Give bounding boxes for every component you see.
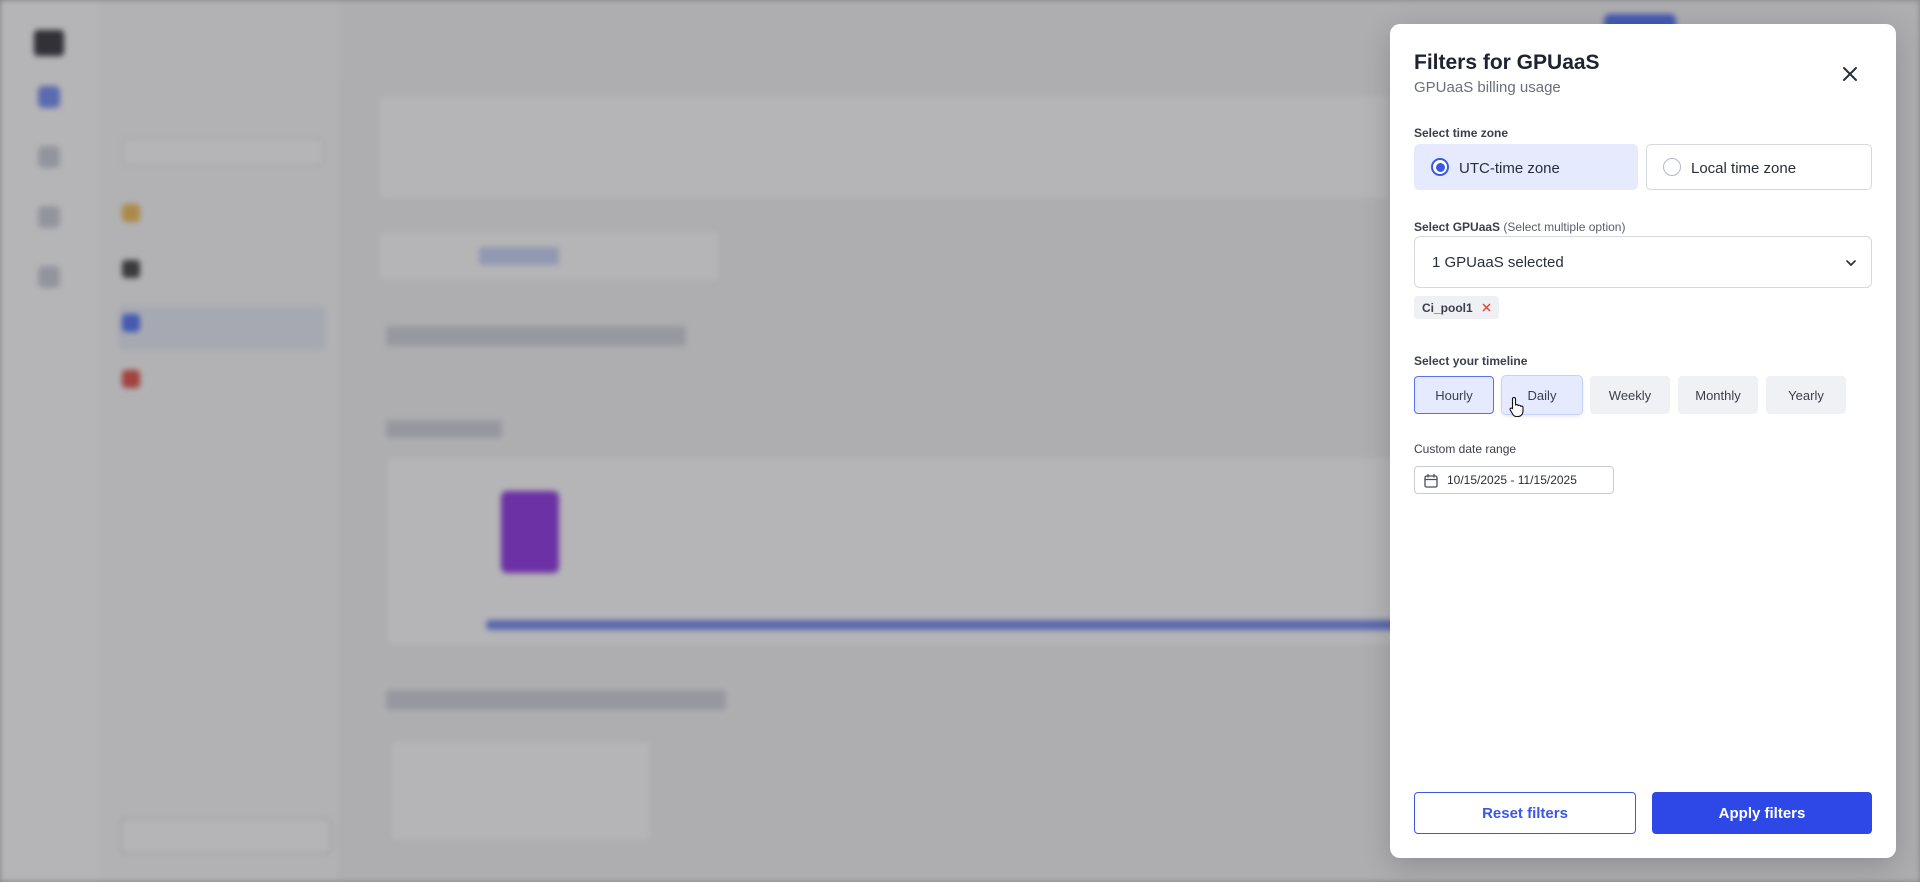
gpuaas-label-text: Select GPUaaS — [1414, 220, 1501, 234]
chip-remove-button[interactable] — [1481, 302, 1493, 314]
radio-checked-icon — [1431, 158, 1449, 176]
gpuaas-label-hint: (Select multiple option) — [1503, 220, 1626, 234]
timeline-hourly-button[interactable]: Hourly — [1414, 376, 1494, 414]
gpuaas-label: Select GPUaaS (Select multiple option) — [1414, 220, 1625, 234]
modal-subtitle: GPUaaS billing usage — [1414, 79, 1561, 96]
close-icon — [1843, 67, 1857, 81]
apply-filters-button[interactable]: Apply filters — [1652, 792, 1872, 834]
timeline-daily-button[interactable]: Daily — [1502, 376, 1582, 414]
date-range-input[interactable]: 10/15/2025 - 11/15/2025 — [1414, 466, 1614, 494]
radio-unchecked-icon — [1663, 158, 1681, 176]
close-icon — [1482, 303, 1491, 312]
chip-label: Ci_pool1 — [1422, 300, 1473, 315]
timeline-yearly-button[interactable]: Yearly — [1766, 376, 1846, 414]
timeline-weekly-button[interactable]: Weekly — [1590, 376, 1670, 414]
calendar-icon — [1424, 473, 1438, 488]
timezone-option-local[interactable]: Local time zone — [1646, 144, 1872, 190]
timezone-option-label: UTC-time zone — [1459, 160, 1560, 177]
timezone-option-utc[interactable]: UTC-time zone — [1414, 144, 1638, 190]
timeline-label: Select your timeline — [1414, 354, 1528, 368]
modal-title: Filters for GPUaaS — [1414, 51, 1600, 74]
gpuaas-dropdown[interactable]: 1 GPUaaS selected — [1414, 236, 1872, 288]
timezone-option-label: Local time zone — [1691, 160, 1797, 177]
gpuaas-dropdown-value: 1 GPUaaS selected — [1432, 254, 1564, 271]
filters-modal: Filters for GPUaaS GPUaaS billing usage … — [1390, 24, 1896, 858]
date-range-value: 10/15/2025 - 11/15/2025 — [1447, 473, 1577, 487]
close-button[interactable] — [1834, 58, 1866, 90]
timezone-label: Select time zone — [1414, 126, 1509, 140]
date-range-label: Custom date range — [1414, 442, 1517, 456]
timeline-monthly-button[interactable]: Monthly — [1678, 376, 1758, 414]
gpuaas-chip: Ci_pool1 — [1414, 296, 1499, 319]
reset-filters-button[interactable]: Reset filters — [1414, 792, 1636, 834]
chevron-down-icon — [1846, 260, 1856, 266]
